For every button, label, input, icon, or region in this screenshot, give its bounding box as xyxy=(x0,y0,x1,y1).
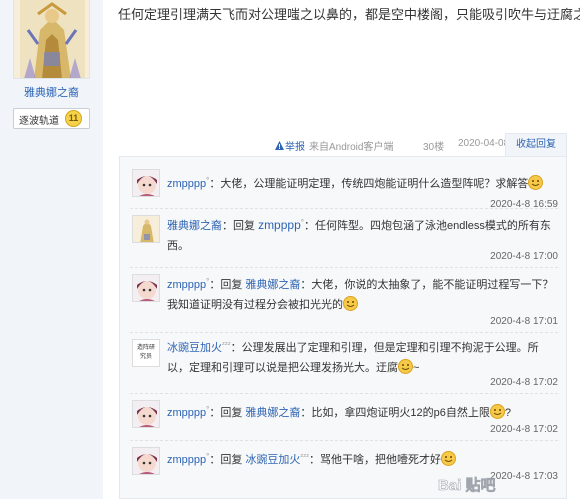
author-sidebar: 雅典娜之裔 逐波轨道 11 xyxy=(0,0,103,499)
reply-avatar[interactable] xyxy=(132,447,160,475)
collapse-replies-button[interactable]: 收起回复 xyxy=(505,133,567,157)
reply-prefix: 回复 xyxy=(220,454,243,466)
reply-username[interactable]: zmpppp xyxy=(167,454,206,466)
post-content: 任何定理引理满天飞而对公理嗤之以鼻的，都是空中楼阁，只能吸引吹牛与迂腐之徒。 xyxy=(118,7,580,22)
smile-emoji-icon xyxy=(489,404,505,419)
level-badge[interactable]: 逐波轨道 11 xyxy=(13,108,90,129)
baidu-tieba-watermark: Bai 贴吧 xyxy=(438,477,496,495)
post-floor: 30楼 xyxy=(423,142,445,153)
reply-username[interactable]: 冰豌豆加火 xyxy=(167,342,222,354)
reply-item: zmpppp°：回复 雅典娜之裔：比如，拿四炮证明火12的p6自然上限? 202… xyxy=(120,396,568,442)
reply-prefix: 回复 xyxy=(233,220,255,232)
smile-emoji-icon xyxy=(528,175,544,190)
post-source: 来自Android客户端 xyxy=(309,142,394,153)
report-link[interactable]: 举报 xyxy=(285,138,305,153)
reply-item: 造阵研究员 冰豌豆加火ᶻᶻᶻ：公理发展出了定理和引理，但是定理和引理不拘泥于公理… xyxy=(120,335,568,395)
reply-avatar[interactable] xyxy=(132,169,160,197)
reply-username[interactable]: 雅典娜之裔 xyxy=(167,220,222,232)
post-page: 雅典娜之裔 逐波轨道 11 任何定理引理满天飞而对公理嗤之以鼻的，都是空中楼阁，… xyxy=(0,0,580,499)
reply-username[interactable]: zmpppp xyxy=(167,279,206,291)
reply-time: 2020-4-8 17:00 xyxy=(490,251,558,262)
reply-tail: ~ xyxy=(413,362,420,374)
user-mark: ᶻᶻᶻ xyxy=(300,452,310,461)
reply-divider xyxy=(130,267,558,268)
reply-item: zmpppp°：回复 雅典娜之裔：大佬，你说的太抽象了，能不能证明过程写一下？我… xyxy=(120,270,568,334)
reply-content: zmpppp°：回复 雅典娜之裔：比如，拿四炮证明火12的p6自然上限? xyxy=(167,404,512,419)
reply-divider xyxy=(130,393,558,394)
user-mark: ᶻᶻᶻ xyxy=(222,340,231,349)
level-name: 逐波轨道 xyxy=(19,116,59,127)
reply-avatar[interactable] xyxy=(132,215,160,243)
reply-divider xyxy=(130,208,558,209)
smile-emoji-icon xyxy=(441,451,457,466)
reply-tail: ? xyxy=(504,407,512,419)
reply-username[interactable]: zmpppp xyxy=(167,178,206,190)
reply-divider xyxy=(130,332,558,333)
reply-to-username[interactable]: 雅典娜之裔 xyxy=(245,407,300,419)
smile-emoji-icon xyxy=(343,296,358,311)
reply-content: 冰豌豆加火ᶻᶻᶻ：公理发展出了定理和引理，但是定理和引理不拘泥于公理。所以，定理… xyxy=(167,335,559,378)
reply-time: 2020-4-8 17:01 xyxy=(490,316,558,327)
reply-avatar[interactable] xyxy=(132,400,160,428)
reply-item: zmpppp°：大佬，公理能证明定理，传统四炮能证明什么造型阵呢？求解答 202… xyxy=(120,165,568,213)
reply-content: zmpppp°：大佬，公理能证明定理，传统四炮能证明什么造型阵呢？求解答 xyxy=(167,171,559,194)
reply-text: ：比如，拿四炮证明火12的p6自然上限 xyxy=(300,407,490,419)
reply-username[interactable]: zmpppp xyxy=(167,407,206,419)
reply-content: zmpppp°：回复 冰豌豆加火ᶻᶻᶻ：骂他干啥，把他噎死才好 xyxy=(167,447,559,470)
report-icon[interactable] xyxy=(274,140,285,151)
reply-list: zmpppp°：大佬，公理能证明定理，传统四炮能证明什么造型阵呢？求解答 202… xyxy=(119,156,567,499)
reply-content: zmpppp°：回复 雅典娜之裔：大佬，你说的太抽象了，能不能证明过程写一下？我… xyxy=(167,277,554,311)
reply-to-username[interactable]: 冰豌豆加火 xyxy=(245,454,300,466)
reply-to-username[interactable]: 雅典娜之裔 xyxy=(245,279,300,291)
reply-prefix: 回复 xyxy=(220,279,243,291)
author-avatar[interactable] xyxy=(13,0,90,79)
reply-to-username[interactable]: zmpppp xyxy=(258,218,301,232)
reply-avatar[interactable] xyxy=(132,274,160,302)
avatar-caption: 造阵研究员 xyxy=(136,345,155,360)
reply-text: ：大佬，公理能证明定理，传统四炮能证明什么造型阵呢？求解答 xyxy=(209,178,529,190)
level-number-icon: 11 xyxy=(65,110,82,127)
reply-divider xyxy=(130,440,558,441)
reply-time: 2020-4-8 17:02 xyxy=(490,424,558,435)
author-name[interactable]: 雅典娜之裔 xyxy=(0,84,103,100)
reply-time: 2020-4-8 17:02 xyxy=(490,377,558,388)
reply-prefix: 回复 xyxy=(220,407,243,419)
saint-avatar-image xyxy=(14,0,89,78)
reply-item: 雅典娜之裔：回复 zmpppp°：任何阵型。四炮包涵了泳池endless模式的所… xyxy=(120,211,568,269)
reply-avatar[interactable]: 造阵研究员 xyxy=(132,339,160,367)
reply-content: 雅典娜之裔：回复 zmpppp°：任何阵型。四炮包涵了泳池endless模式的所… xyxy=(167,218,551,252)
reply-text: ：骂他干啥，把他噎死才好 xyxy=(309,454,442,466)
smile-emoji-icon xyxy=(398,359,413,374)
